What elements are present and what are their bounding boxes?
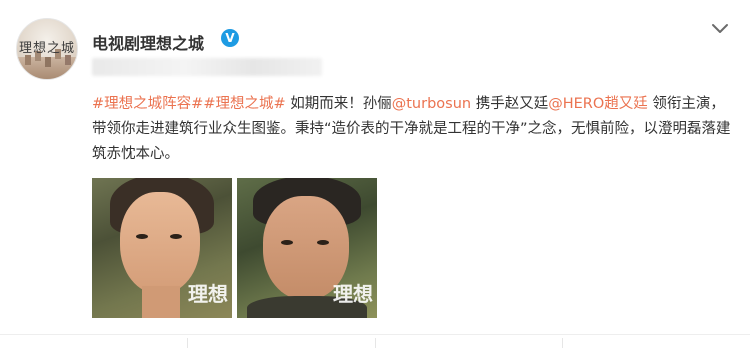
chevron-down-icon[interactable] [709, 17, 731, 39]
poster-watermark: 理想 [188, 282, 228, 306]
avatar-logo-text: 理想之城 [18, 41, 75, 56]
poster-watermark: 理想 [333, 282, 373, 306]
account-name[interactable]: 电视剧理想之城 [92, 30, 204, 54]
footer-divider [0, 334, 750, 335]
hashtag-lineup[interactable]: #理想之城阵容# [92, 96, 203, 112]
post-text-part-1: 如期而来！孙俪 [285, 96, 392, 112]
post-text-part-2: 携手赵又廷 [471, 96, 549, 112]
post-text: #理想之城阵容##理想之城# 如期而来！孙俪@turbosun 携手赵又廷@HE… [92, 92, 732, 167]
neck-shape [142, 286, 180, 318]
avatar[interactable]: 理想之城 [16, 18, 78, 80]
post-meta-blurred [92, 58, 322, 76]
poster-image-actress[interactable]: 理想 [92, 178, 232, 318]
poster-image-actor[interactable]: 理想 [237, 178, 377, 318]
verified-badge-icon: V [221, 29, 239, 47]
footer-separator [562, 338, 563, 348]
footer-separator [187, 338, 188, 348]
mention-turbosun[interactable]: @turbosun [392, 96, 471, 112]
hashtag-show[interactable]: #理想之城# [203, 96, 285, 112]
footer-separator [375, 338, 376, 348]
avatar-city-skyline [17, 55, 77, 79]
mention-hero[interactable]: @HERO趙又廷 [548, 96, 648, 112]
